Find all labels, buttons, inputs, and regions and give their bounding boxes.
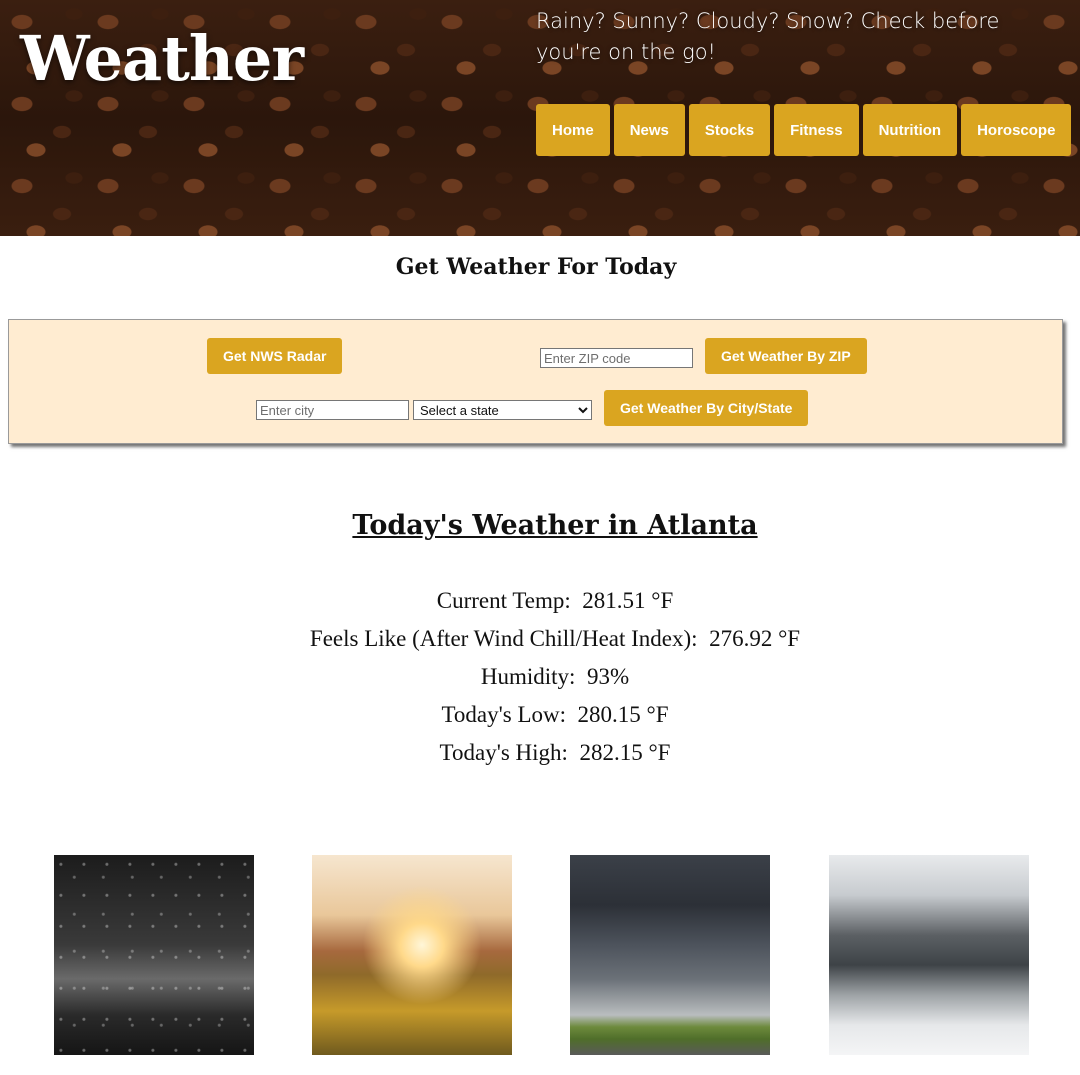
nav-home-button[interactable]: Home [536,104,610,156]
current-temp-label: Current Temp: [436,588,571,613]
weather-readings: Current Temp: 281.51 °F Feels Like (Afte… [0,582,1080,772]
snow-photo [829,855,1029,1055]
todays-low-value: 280.15 °F [577,702,669,727]
nav-horoscope-button[interactable]: Horoscope [961,104,1072,156]
todays-high-label: Today's High: [439,740,568,765]
nws-radar-button[interactable]: Get NWS Radar [207,338,343,374]
todays-high-row: Today's High: 282.15 °F [0,734,1080,772]
todays-low-row: Today's Low: 280.15 °F [0,696,1080,734]
site-title: Weather [20,22,304,95]
nav-news-button[interactable]: News [613,104,685,156]
nav-fitness-button[interactable]: Fitness [774,104,859,156]
humidity-label: Humidity: [480,664,576,689]
feels-like-row: Feels Like (After Wind Chill/Heat Index)… [0,620,1080,658]
sunny-photo [312,855,512,1055]
nav-nutrition-button[interactable]: Nutrition [862,104,958,156]
current-temp-row: Current Temp: 281.51 °F [0,582,1080,620]
form-section-title: Get Weather For Today [395,254,677,280]
weather-location-title: Today's Weather in Atlanta [352,510,758,541]
zip-input[interactable] [540,348,693,368]
main-nav: Home News Stocks Fitness Nutrition Horos… [536,104,1072,156]
humidity-row: Humidity: 93% [0,658,1080,696]
todays-low-label: Today's Low: [441,702,567,727]
nav-stocks-button[interactable]: Stocks [688,104,771,156]
city-input[interactable] [256,400,409,420]
weather-by-city-state-button[interactable]: Get Weather By City/State [604,390,809,426]
cloudy-photo [570,855,770,1055]
feels-like-label: Feels Like (After Wind Chill/Heat Index)… [309,626,698,651]
weather-by-zip-button[interactable]: Get Weather By ZIP [705,338,867,374]
current-temp-value: 281.51 °F [582,588,674,613]
header-banner: Weather Rainy? Sunny? Cloudy? Snow? Chec… [0,0,1080,236]
humidity-value: 93% [586,664,630,689]
rain-photo [54,855,254,1055]
site-tagline: Rainy? Sunny? Cloudy? Snow? Check before… [536,9,1000,64]
todays-high-value: 282.15 °F [579,740,671,765]
state-select[interactable]: Select a state [413,400,592,420]
feels-like-value: 276.92 °F [709,626,801,651]
weather-search-panel: Get NWS Radar Get Weather By ZIP Select … [8,319,1063,444]
